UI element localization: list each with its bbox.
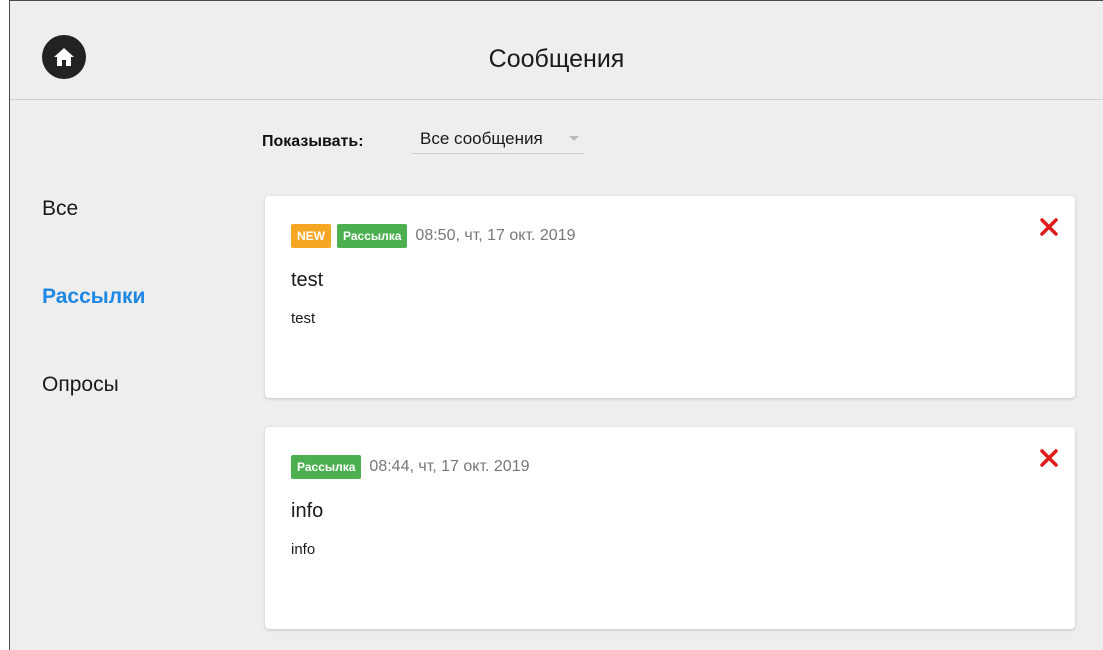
delete-message-button[interactable] bbox=[1037, 446, 1061, 470]
sidebar-item-all[interactable]: Все bbox=[42, 197, 78, 221]
new-badge: NEW bbox=[291, 224, 331, 248]
delete-message-button[interactable] bbox=[1037, 215, 1061, 239]
filter-label: Показывать: bbox=[262, 133, 364, 150]
message-title: test bbox=[291, 269, 324, 291]
message-title: info bbox=[291, 500, 324, 522]
type-badge: Рассылка bbox=[337, 224, 408, 248]
message-card[interactable]: Рассылка 08:44, чт, 17 окт. 2019 info in… bbox=[265, 427, 1075, 629]
message-meta: Рассылка 08:44, чт, 17 окт. 2019 bbox=[291, 454, 530, 480]
filter-selected-value: Все сообщения bbox=[420, 129, 543, 148]
close-icon bbox=[1040, 218, 1058, 236]
header-bar: Сообщения bbox=[10, 1, 1103, 100]
app-window: Сообщения Показывать: Все сообщения Все … bbox=[9, 0, 1103, 650]
type-badge: Рассылка bbox=[291, 455, 362, 479]
message-timestamp: 08:44, чт, 17 окт. 2019 bbox=[369, 458, 530, 475]
sidebar-item-mailings[interactable]: Рассылки bbox=[42, 285, 145, 309]
filter-dropdown[interactable]: Все сообщения bbox=[412, 125, 584, 154]
dropdown-caret-icon bbox=[569, 136, 579, 141]
message-body: info bbox=[291, 541, 316, 558]
page-title: Сообщения bbox=[488, 45, 625, 73]
message-meta: NEW Рассылка 08:50, чт, 17 окт. 2019 bbox=[291, 223, 576, 249]
message-body: test bbox=[291, 310, 316, 327]
close-icon bbox=[1040, 449, 1058, 467]
message-card[interactable]: NEW Рассылка 08:50, чт, 17 окт. 2019 tes… bbox=[265, 196, 1075, 398]
sidebar-item-polls[interactable]: Опросы bbox=[42, 373, 119, 397]
message-timestamp: 08:50, чт, 17 окт. 2019 bbox=[415, 227, 576, 244]
